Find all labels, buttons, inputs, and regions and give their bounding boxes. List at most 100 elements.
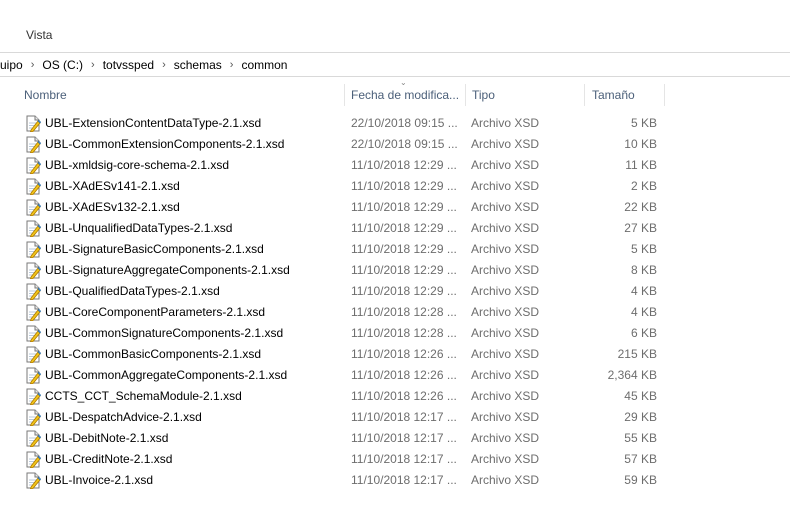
table-row[interactable]: UBL-XAdESv132-2.1.xsd 11/10/2018 12:29 ..… <box>0 197 790 218</box>
file-name: UBL-Invoice-2.1.xsd <box>45 473 154 487</box>
file-date: 11/10/2018 12:17 ... <box>351 431 457 445</box>
table-row[interactable]: UBL-Invoice-2.1.xsd 11/10/2018 12:17 ... A… <box>0 470 790 491</box>
address-bar[interactable]: uipo › OS (C:) › totvssped › schemas › c… <box>0 52 790 77</box>
chevron-right-icon[interactable]: › <box>31 59 35 71</box>
column-header-type[interactable]: Tipo <box>472 82 495 108</box>
chevron-right-icon[interactable]: › <box>91 59 95 71</box>
table-row[interactable]: UBL-SignatureAggregateComponents-2.1.xsd… <box>0 260 790 281</box>
file-type: Archivo XSD <box>471 242 540 256</box>
column-header-size[interactable]: Tamaño <box>592 82 635 108</box>
table-row[interactable]: UBL-XAdESv141-2.1.xsd 11/10/2018 12:29 ..… <box>0 176 790 197</box>
file-type: Archivo XSD <box>471 347 540 361</box>
file-type: Archivo XSD <box>471 200 540 214</box>
xsd-document-icon <box>25 409 42 427</box>
file-date: 11/10/2018 12:17 ... <box>351 410 457 424</box>
xsd-document-icon <box>25 220 42 238</box>
breadcrumb-schemas[interactable]: schemas <box>174 58 222 72</box>
table-row[interactable]: UBL-SignatureBasicComponents-2.1.xsd 11/1… <box>0 239 790 260</box>
table-row[interactable]: UBL-CommonAggregateComponents-2.1.xsd 11/… <box>0 365 790 386</box>
file-name: UBL-QualifiedDataTypes-2.1.xsd <box>45 284 220 298</box>
file-size: 27 KB <box>624 221 657 235</box>
column-divider[interactable] <box>584 84 585 106</box>
file-date: 22/10/2018 09:15 ... <box>351 116 458 130</box>
chevron-right-icon[interactable]: › <box>162 59 166 71</box>
file-date: 22/10/2018 09:15 ... <box>351 137 458 151</box>
file-date: 11/10/2018 12:28 ... <box>351 326 457 340</box>
file-name: UBL-ExtensionContentDataType-2.1.xsd <box>45 116 262 130</box>
file-size: 55 KB <box>624 431 657 445</box>
xsd-document-icon <box>25 199 42 217</box>
file-type: Archivo XSD <box>471 158 540 172</box>
table-row[interactable]: UBL-CoreComponentParameters-2.1.xsd 11/10… <box>0 302 790 323</box>
breadcrumb-common[interactable]: common <box>241 58 287 72</box>
file-name: UBL-CreditNote-2.1.xsd <box>45 452 173 466</box>
column-header-row: Nombre Fecha de modifica... Tipo Tamaño <box>0 82 790 108</box>
file-type: Archivo XSD <box>471 284 540 298</box>
file-name: UBL-CommonSignatureComponents-2.1.xsd <box>45 326 284 340</box>
breadcrumb-computer[interactable]: uipo <box>0 58 23 72</box>
xsd-document-icon <box>25 178 42 196</box>
xsd-document-icon <box>25 157 42 175</box>
column-divider[interactable] <box>664 84 665 106</box>
file-name: UBL-SignatureBasicComponents-2.1.xsd <box>45 242 264 256</box>
table-row[interactable]: UBL-UnqualifiedDataTypes-2.1.xsd 11/10/20… <box>0 218 790 239</box>
file-size: 57 KB <box>624 452 657 466</box>
file-size: 5 KB <box>630 242 657 256</box>
table-row[interactable]: UBL-CreditNote-2.1.xsd 11/10/2018 12:17 .… <box>0 449 790 470</box>
table-row[interactable]: UBL-QualifiedDataTypes-2.1.xsd 11/10/2018… <box>0 281 790 302</box>
file-type: Archivo XSD <box>471 305 540 319</box>
file-name: UBL-XAdESv141-2.1.xsd <box>45 179 180 193</box>
file-size: 10 KB <box>624 137 657 151</box>
column-divider[interactable] <box>465 84 466 106</box>
table-row[interactable]: CCTS_CCT_SchemaModule-2.1.xsd 11/10/2018 … <box>0 386 790 407</box>
file-name: UBL-CommonExtensionComponents-2.1.xsd <box>45 137 285 151</box>
xsd-document-icon <box>25 136 42 154</box>
file-name: UBL-xmldsig-core-schema-2.1.xsd <box>45 158 230 172</box>
breadcrumb-drive-c[interactable]: OS (C:) <box>42 58 83 72</box>
file-type: Archivo XSD <box>471 473 540 487</box>
tab-view[interactable]: Vista <box>26 28 52 42</box>
xsd-document-icon <box>25 430 42 448</box>
file-date: 11/10/2018 12:26 ... <box>351 347 457 361</box>
file-type: Archivo XSD <box>471 116 540 130</box>
xsd-document-icon <box>25 367 42 385</box>
file-size: 215 KB <box>617 347 657 361</box>
file-date: 11/10/2018 12:29 ... <box>351 284 457 298</box>
file-name: UBL-SignatureAggregateComponents-2.1.xsd <box>45 263 290 277</box>
xsd-document-icon <box>25 115 42 133</box>
file-name: UBL-CommonAggregateComponents-2.1.xsd <box>45 368 288 382</box>
file-size: 6 KB <box>630 326 657 340</box>
table-row[interactable]: UBL-DespatchAdvice-2.1.xsd 11/10/2018 12:… <box>0 407 790 428</box>
file-name: UBL-DespatchAdvice-2.1.xsd <box>45 410 202 424</box>
table-row[interactable]: UBL-DebitNote-2.1.xsd 11/10/2018 12:17 ..… <box>0 428 790 449</box>
file-type: Archivo XSD <box>471 389 540 403</box>
file-name: UBL-UnqualifiedDataTypes-2.1.xsd <box>45 221 233 235</box>
file-size: 45 KB <box>624 389 657 403</box>
table-row[interactable]: UBL-xmldsig-core-schema-2.1.xsd 11/10/201… <box>0 155 790 176</box>
xsd-document-icon <box>25 472 42 490</box>
chevron-right-icon[interactable]: › <box>230 59 234 71</box>
xsd-document-icon <box>25 388 42 406</box>
breadcrumb-totvssped[interactable]: totvssped <box>103 58 154 72</box>
file-date: 11/10/2018 12:29 ... <box>351 200 457 214</box>
xsd-document-icon <box>25 346 42 364</box>
file-date: 11/10/2018 12:29 ... <box>351 221 457 235</box>
table-row[interactable]: UBL-CommonBasicComponents-2.1.xsd 11/10/2… <box>0 344 790 365</box>
column-header-date[interactable]: Fecha de modifica... <box>351 82 459 108</box>
table-row[interactable]: UBL-ExtensionContentDataType-2.1.xsd 22/1… <box>0 113 790 134</box>
column-divider[interactable] <box>344 84 345 106</box>
file-type: Archivo XSD <box>471 179 540 193</box>
table-row[interactable]: UBL-CommonExtensionComponents-2.1.xsd 22/… <box>0 134 790 155</box>
file-type: Archivo XSD <box>471 137 540 151</box>
file-name: UBL-CommonBasicComponents-2.1.xsd <box>45 347 262 361</box>
table-row[interactable]: UBL-CommonSignatureComponents-2.1.xsd 11/… <box>0 323 790 344</box>
file-size: 2,364 KB <box>607 368 657 382</box>
ribbon: Vista <box>0 0 790 50</box>
column-header-name[interactable]: Nombre <box>24 82 67 108</box>
file-type: Archivo XSD <box>471 452 540 466</box>
file-size: 22 KB <box>624 200 657 214</box>
xsd-document-icon <box>25 325 42 343</box>
file-type: Archivo XSD <box>471 263 540 277</box>
file-date: 11/10/2018 12:29 ... <box>351 179 457 193</box>
file-date: 11/10/2018 12:29 ... <box>351 242 457 256</box>
